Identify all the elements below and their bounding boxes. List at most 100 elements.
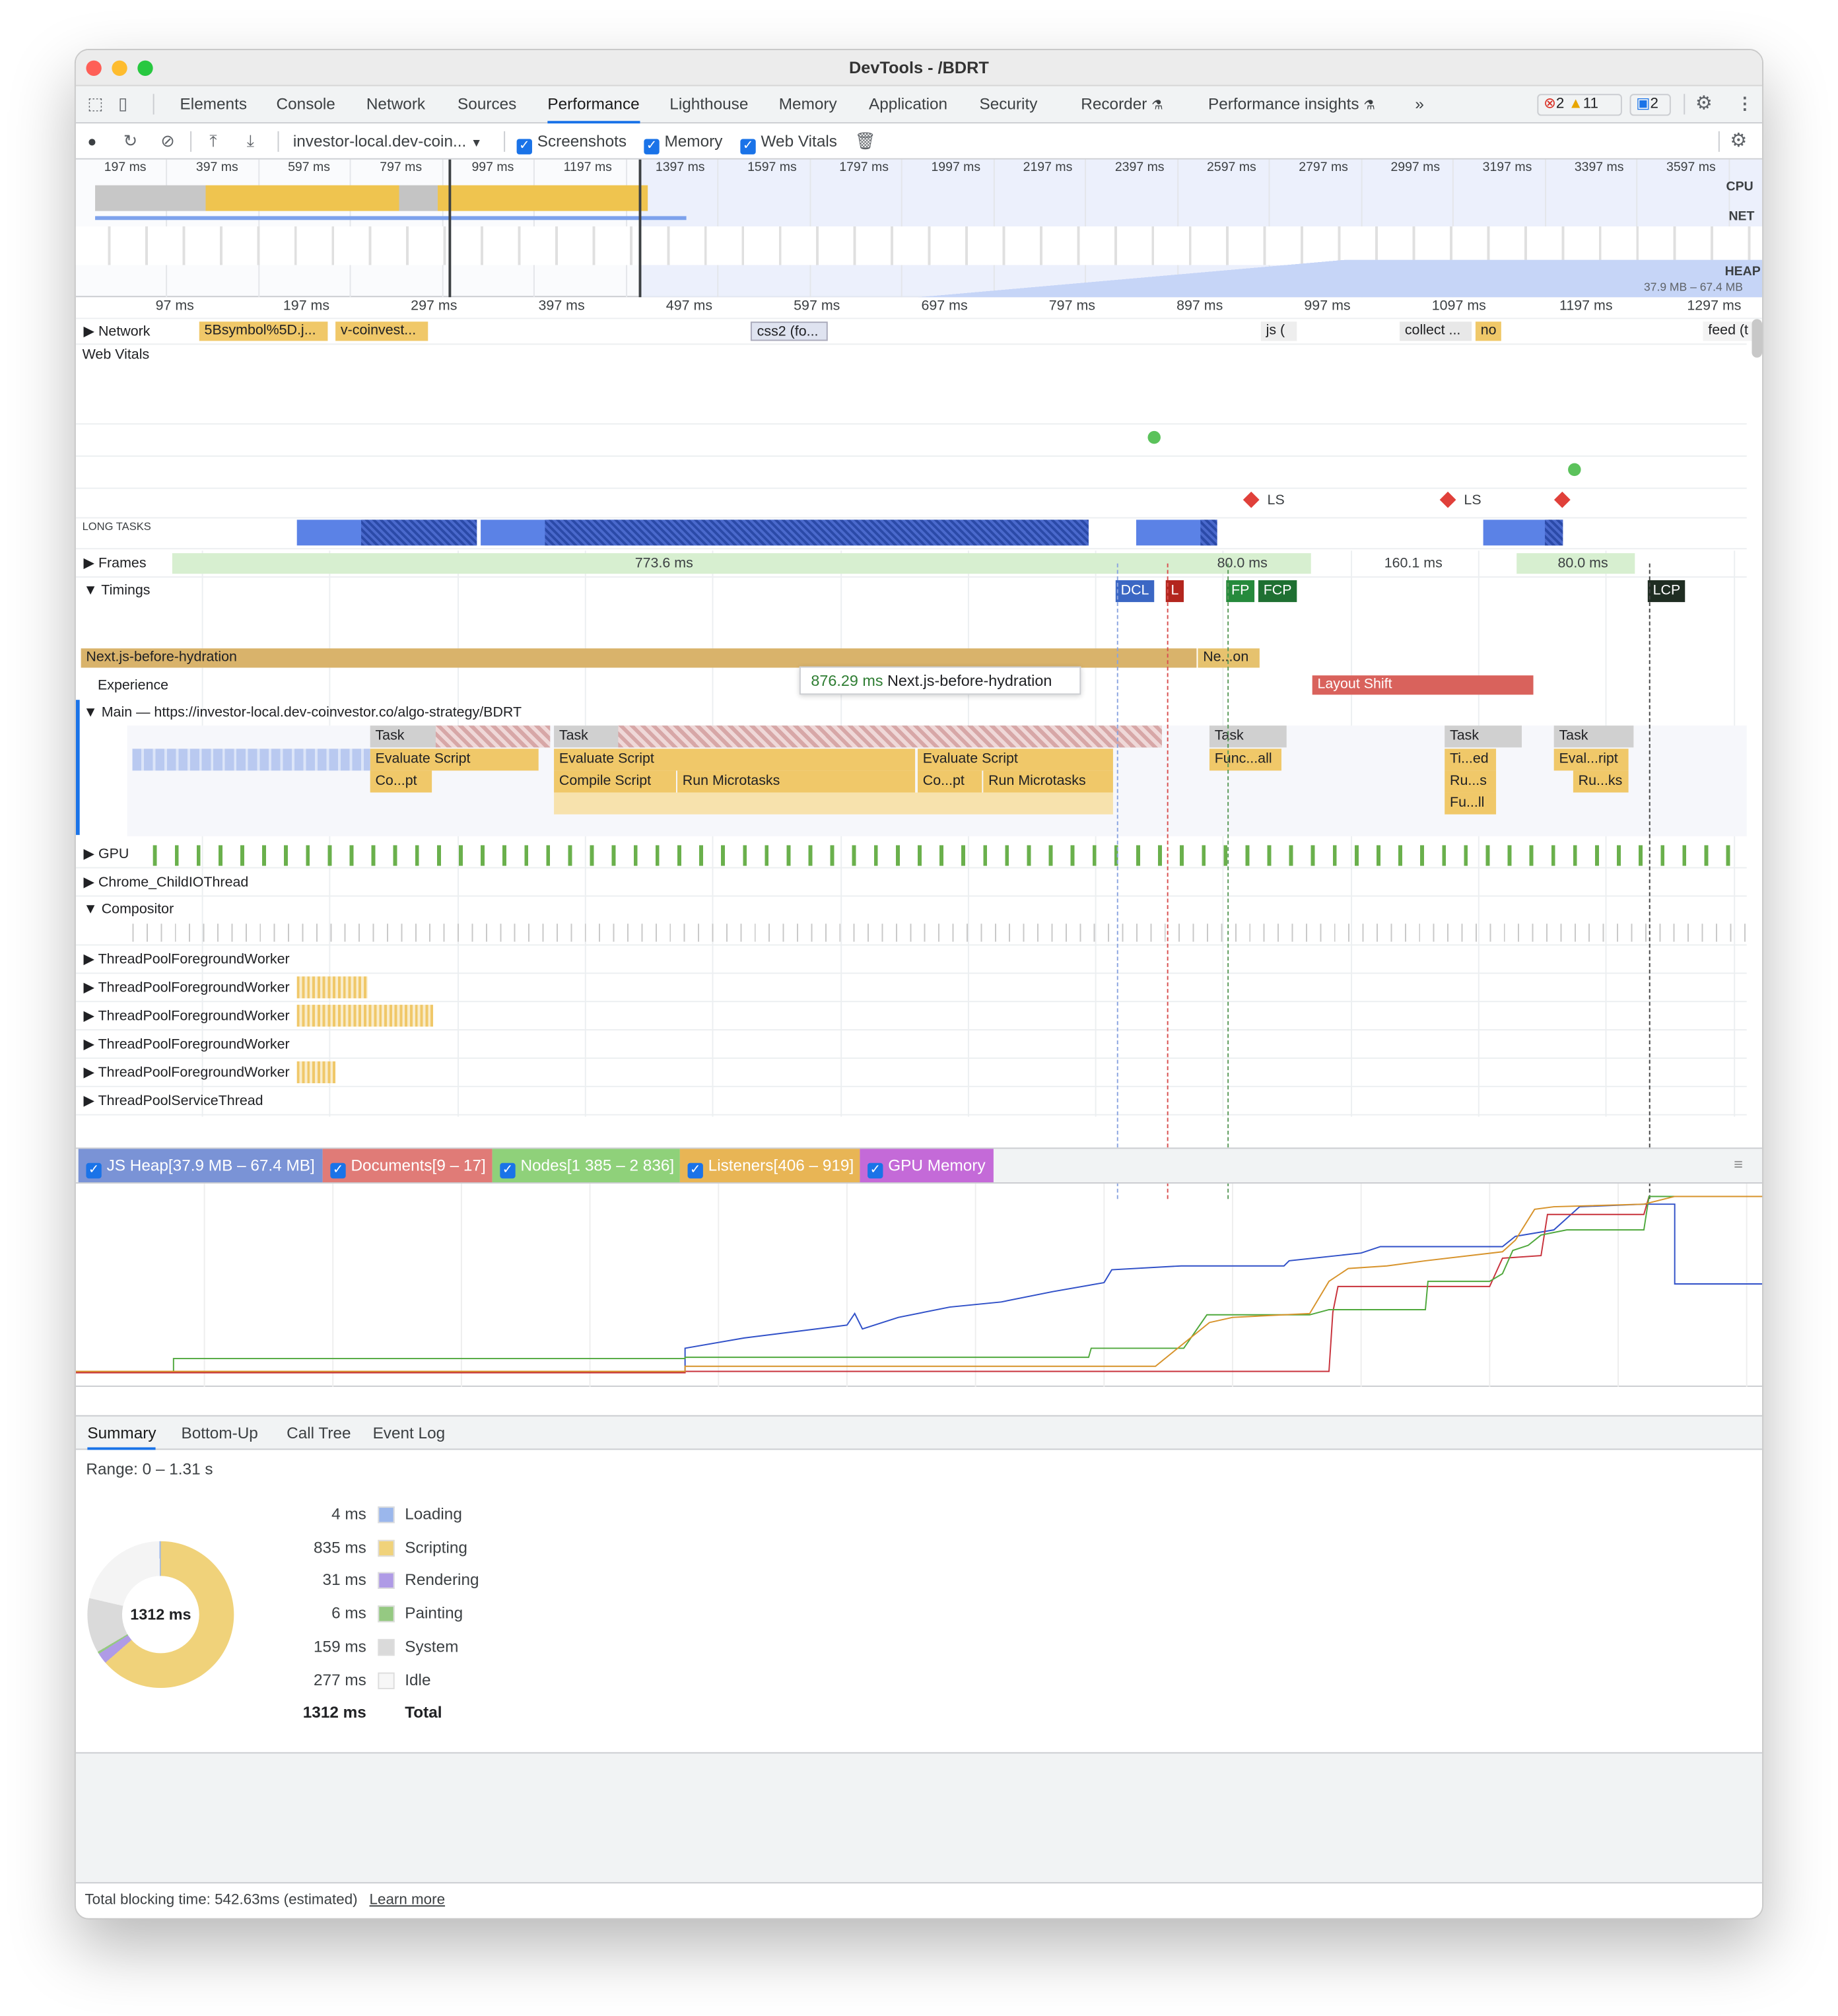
task-bar[interactable]: Task xyxy=(1445,725,1522,748)
fp-marker[interactable]: FP xyxy=(1226,580,1255,603)
device-toolbar-icon[interactable]: ▯ xyxy=(118,86,127,123)
more-tabs-icon[interactable]: » xyxy=(1415,86,1424,124)
compile-script-bar[interactable]: Compile Script xyxy=(554,770,677,793)
long-task[interactable] xyxy=(481,520,1089,546)
issues-counter[interactable]: ⊗2 ▲11 xyxy=(1537,94,1622,116)
network-request[interactable]: feed (t xyxy=(1703,321,1755,341)
memory-counter-toggle[interactable]: ✓ Nodes[1 385 – 2 836] xyxy=(492,1149,680,1183)
tab-sources[interactable]: Sources xyxy=(458,86,516,124)
worker-track[interactable] xyxy=(75,945,1747,974)
save-profile-icon[interactable]: ⤓ xyxy=(247,123,254,160)
web-vitals-checkbox[interactable]: ✓ Web Vitals xyxy=(740,123,837,160)
clear-icon[interactable]: ⊘ xyxy=(160,123,174,160)
close-window-button[interactable] xyxy=(86,60,102,76)
main-track-label[interactable]: ▼ Main — https://investor-local.dev-coin… xyxy=(84,705,522,720)
task-bar[interactable]: Task xyxy=(1553,725,1634,748)
run-microtasks-bar[interactable]: Ru...s xyxy=(1445,770,1497,793)
worker-track-label[interactable]: ▶ ThreadPoolForegroundWorker xyxy=(84,1007,290,1024)
tab-network[interactable]: Network xyxy=(366,86,425,124)
network-request[interactable]: no xyxy=(1475,321,1501,341)
record-icon[interactable]: ● xyxy=(87,123,96,160)
timer-fired-bar[interactable]: Ti...ed xyxy=(1445,749,1497,771)
evaluate-script-bar[interactable]: Evaluate Script xyxy=(918,749,1113,771)
service-thread-label[interactable]: ▶ ThreadPoolServiceThread xyxy=(84,1092,263,1109)
selection-handle-left[interactable] xyxy=(448,159,452,298)
tab-security[interactable]: Security xyxy=(979,86,1037,124)
tab-call-tree[interactable]: Call Tree xyxy=(287,1417,351,1450)
timings-track-label[interactable]: ▼ Timings xyxy=(84,583,151,598)
compile-script-bar[interactable]: Co...pt xyxy=(918,770,982,793)
flame-scrollbar[interactable] xyxy=(1752,319,1763,358)
screenshots-checkbox[interactable]: ✓ Screenshots xyxy=(516,123,627,160)
child-io-thread-label[interactable]: ▶ Chrome_ChildIOThread xyxy=(84,873,249,890)
run-microtasks-bar[interactable]: Ru...ks xyxy=(1573,770,1629,793)
memory-checkbox[interactable]: ✓ Memory xyxy=(644,123,722,160)
settings-gear-icon[interactable]: ⚙ xyxy=(1695,86,1713,123)
frames-track-label[interactable]: ▶ Frames xyxy=(84,554,147,571)
nextjs-before-hydration-bar[interactable]: Next.js-before-hydration xyxy=(81,648,1197,668)
memory-counter-toggle[interactable]: ✓ GPU Memory xyxy=(860,1149,994,1183)
more-options-icon[interactable]: ⋮ xyxy=(1736,86,1753,123)
page-select[interactable]: investor-local.dev-coin... ▼ xyxy=(293,123,483,160)
tab-summary[interactable]: Summary xyxy=(87,1417,156,1450)
tab-elements[interactable]: Elements xyxy=(180,86,247,124)
child-io-thread-track[interactable] xyxy=(75,869,1747,897)
worker-track-label[interactable]: ▶ ThreadPoolForegroundWorker xyxy=(84,979,290,995)
tab-lighthouse[interactable]: Lighthouse xyxy=(669,86,748,124)
gpu-track-label[interactable]: ▶ GPU xyxy=(84,845,129,861)
drag-handle-icon[interactable]: ≡ xyxy=(1734,1155,1743,1173)
layout-shift-bar[interactable]: Layout Shift xyxy=(1312,675,1534,695)
capture-settings-gear-icon[interactable]: ⚙ xyxy=(1730,123,1747,160)
tab-application[interactable]: Application xyxy=(869,86,947,124)
evaluate-script-bar[interactable]: Evaluate Script xyxy=(370,749,539,771)
run-microtasks-bar[interactable]: Run Microtasks xyxy=(983,770,1113,793)
long-task[interactable] xyxy=(296,520,477,546)
memory-counter-toggle[interactable]: ✓ Documents[9 – 17] xyxy=(322,1149,493,1183)
run-microtasks-bar[interactable]: Run Microtasks xyxy=(677,770,916,793)
dcl-marker[interactable]: DCL xyxy=(1115,580,1155,603)
zoom-window-button[interactable] xyxy=(137,60,153,76)
collect-garbage-icon[interactable]: 🗑 xyxy=(855,123,876,160)
evaluate-script-bar[interactable]: Eval...ript xyxy=(1553,749,1629,771)
minimize-window-button[interactable] xyxy=(112,60,127,76)
function-call-bar[interactable]: Fu...ll xyxy=(1445,792,1497,815)
tab-performance-insights[interactable]: Performance insights ⚗ xyxy=(1208,86,1375,124)
load-profile-icon[interactable]: ⤒ xyxy=(209,123,217,160)
network-track-label[interactable]: ▶ Network xyxy=(84,323,151,339)
tab-memory[interactable]: Memory xyxy=(779,86,837,124)
long-task[interactable] xyxy=(1136,520,1217,546)
worker-track-label[interactable]: ▶ ThreadPoolForegroundWorker xyxy=(84,1036,290,1052)
network-request[interactable]: css2 (fo... xyxy=(750,321,828,341)
fcp-marker[interactable] xyxy=(1147,430,1161,444)
flame-chart[interactable]: ▶ Network 5Bsymbol%5D.j... v-coinvest...… xyxy=(75,319,1763,1199)
network-request[interactable]: v-coinvest... xyxy=(335,321,428,341)
frame-bar[interactable] xyxy=(172,553,1311,574)
long-task[interactable] xyxy=(1483,520,1563,546)
tab-performance[interactable]: Performance xyxy=(547,86,640,124)
tab-recorder[interactable]: Recorder ⚗ xyxy=(1081,86,1163,124)
evaluate-script-bar[interactable]: Evaluate Script xyxy=(554,749,916,771)
fcp-marker[interactable]: FCP xyxy=(1258,580,1297,603)
worker-track-label[interactable]: ▶ ThreadPoolForegroundWorker xyxy=(84,951,290,967)
worker-track[interactable] xyxy=(75,1030,1747,1059)
compositor-track-label[interactable]: ▼ Compositor xyxy=(84,902,174,917)
compile-script-bar[interactable]: Co...pt xyxy=(370,770,432,793)
tab-bottom-up[interactable]: Bottom-Up xyxy=(181,1417,257,1450)
memory-counter-toggle[interactable]: ✓ JS Heap[37.9 MB – 67.4 MB] xyxy=(78,1149,323,1183)
memory-counter-toggle[interactable]: ✓ Listeners[406 – 919] xyxy=(679,1149,860,1183)
load-marker[interactable]: L xyxy=(1165,580,1184,603)
function-call-bar[interactable]: Func...all xyxy=(1209,749,1281,771)
network-request[interactable]: 5Bsymbol%5D.j... xyxy=(199,321,328,341)
network-request[interactable]: js ( xyxy=(1260,321,1297,341)
lcp-marker[interactable] xyxy=(1568,463,1581,477)
tab-event-log[interactable]: Event Log xyxy=(373,1417,446,1450)
task-bar[interactable]: Task xyxy=(1209,725,1287,748)
lcp-marker[interactable]: LCP xyxy=(1647,580,1686,603)
network-request[interactable]: collect ... xyxy=(1400,321,1472,341)
timeline-overview[interactable]: 197 ms 397 ms 597 ms 797 ms 997 ms 1197 ms 139… xyxy=(75,159,1763,298)
worker-track-label[interactable]: ▶ ThreadPoolForegroundWorker xyxy=(84,1064,290,1081)
selection-handle-right[interactable] xyxy=(638,159,642,298)
inspect-element-icon[interactable]: ⬚ xyxy=(87,86,103,123)
service-thread-track[interactable] xyxy=(75,1087,1747,1116)
reload-record-icon[interactable]: ↻ xyxy=(123,123,137,160)
